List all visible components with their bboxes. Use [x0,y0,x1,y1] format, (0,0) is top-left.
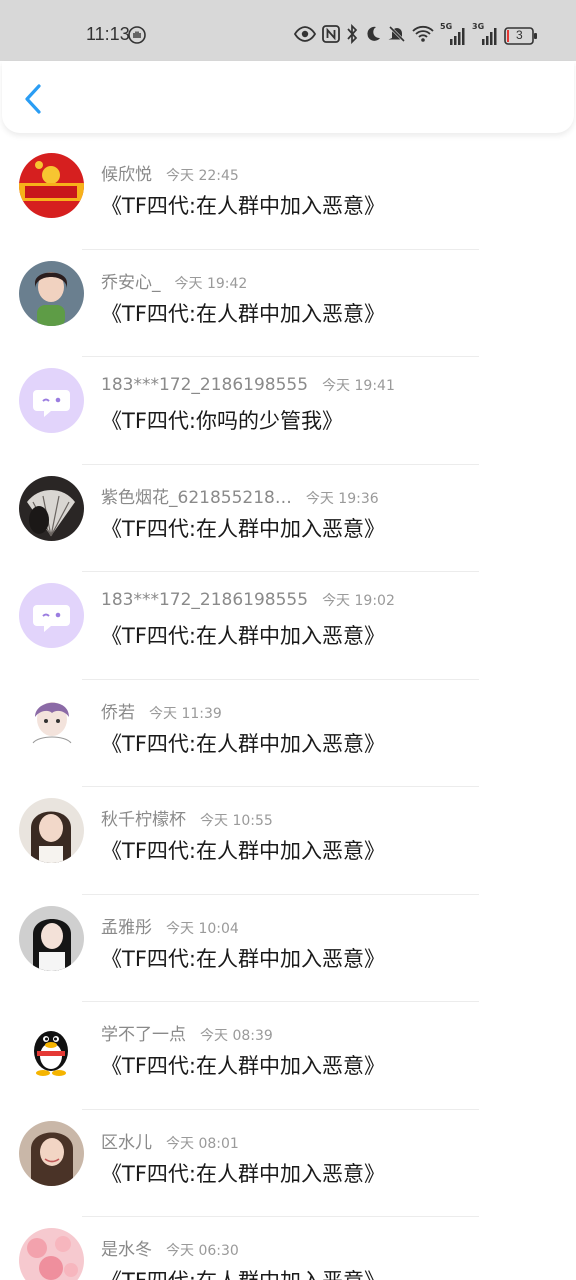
nickname: 侨若 [101,702,135,723]
nickname: 是水冬 [101,1240,152,1260]
message-time: 今天 06:30 [166,1243,239,1259]
avatar[interactable] [19,583,84,648]
eye-icon [293,26,317,46]
list-item[interactable]: 区水儿 今天 08:01 《TF四代:在人群中加入恶意》 [0,1110,576,1217]
chevron-left-icon [25,84,41,114]
list-item[interactable]: 侨若 今天 11:39 《TF四代:在人群中加入恶意》 [0,680,576,787]
list-item[interactable]: 是水冬今天 06:30 《TF四代:在人群中加入恶意》 [0,1217,576,1280]
avatar[interactable] [19,1228,84,1280]
nickname: 学不了一点 [101,1025,186,1045]
message-time: 今天 19:41 [322,378,395,394]
list-item[interactable]: 183***172_2186198555 今天 19:02 《TF四代:在人群中加… [0,572,576,680]
nickname: 乔安心_ [101,272,161,293]
message-time: 今天 11:39 [149,705,222,722]
message-text: 《TF四代:你吗的少管我》 [101,409,343,433]
battery-icon: 3 [504,27,538,45]
avatar[interactable] [19,153,84,218]
message-text: 《TF四代:在人群中加入恶意》 [101,1161,385,1186]
avatar[interactable] [19,368,84,433]
wifi-icon [412,25,434,47]
message-text: 《TF四代:在人群中加入恶意》 [101,839,385,863]
list-item[interactable]: 秋千柠檬杯 今天 10:55 《TF四代:在人群中加入恶意》 [0,787,576,895]
message-text: 《TF四代:在人群中加入恶意》 [101,301,385,326]
nav-bar [2,61,574,133]
message-time: 今天 08:39 [200,1028,273,1044]
message-text: 《TF四代:在人群中加入恶意》 [101,516,385,541]
hand-icon [128,26,146,48]
list-item[interactable]: 孟雅彤 今天 10:04 《TF四代:在人群中加入恶意》 [0,895,576,1002]
message-text: 《TF四代:在人群中加入恶意》 [101,946,385,971]
status-bar: 11:13 5G 3G 3 [0,0,576,61]
battery-level: 3 [516,28,523,42]
list-item[interactable]: 学不了一点 今天 08:39 《TF四代:在人群中加入恶意》 [0,1002,576,1110]
avatar[interactable] [19,1120,84,1186]
back-button[interactable] [18,81,48,117]
avatar[interactable] [19,905,84,971]
list-item[interactable]: 183***172_2186198555 今天 19:41 《TF四代:你吗的少管… [0,357,576,465]
status-time: 11:13 [86,24,130,44]
message-time: 今天 19:36 [305,490,379,507]
message-time: 今天 19:42 [174,275,248,292]
message-list: 候欣悦 今天 22:45 《TF四代:在人群中加入恶意》 乔安心_ 今天 19:42… [0,142,576,1280]
list-item[interactable]: 紫色烟花_621855218… 今天 19:36 《TF四代:在人群中加入恶意》 [0,465,576,572]
message-time: 今天 10:04 [166,920,239,937]
moon-icon [364,25,382,47]
signal-5g-icon: 5G [440,22,466,46]
message-text: 《TF四代:在人群中加入恶意》 [101,1265,385,1280]
nickname: 候欣悦 [101,165,152,185]
signal-5g-label: 5G [440,22,453,31]
avatar[interactable] [19,798,84,863]
bluetooth-icon [346,23,358,48]
signal-3g-label: 3G [472,22,485,31]
message-time: 今天 19:02 [322,593,395,609]
message-time: 今天 08:01 [166,1135,239,1152]
message-text: 《TF四代:在人群中加入恶意》 [101,731,385,756]
nickname: 紫色烟花_621855218… [101,487,292,508]
message-text: 《TF四代:在人群中加入恶意》 [101,1054,385,1078]
nickname: 秋千柠檬杯 [101,810,186,830]
avatar[interactable] [19,475,84,541]
signal-3g-icon: 3G [472,22,498,46]
list-item[interactable]: 候欣悦 今天 22:45 《TF四代:在人群中加入恶意》 [0,142,576,250]
list-item[interactable]: 乔安心_ 今天 19:42 《TF四代:在人群中加入恶意》 [0,250,576,357]
message-time: 今天 22:45 [166,168,239,184]
message-text: 《TF四代:在人群中加入恶意》 [101,624,385,648]
nickname: 区水儿 [101,1132,152,1153]
nfc-icon [322,25,340,47]
message-time: 今天 10:55 [200,813,273,829]
nickname: 183***172_2186198555 [101,375,309,395]
mute-bell-icon [388,25,406,47]
nickname: 孟雅彤 [101,917,152,938]
nickname: 183***172_2186198555 [101,590,309,610]
avatar[interactable] [19,260,84,326]
avatar[interactable] [19,1013,84,1078]
message-text: 《TF四代:在人群中加入恶意》 [101,194,385,218]
avatar[interactable] [19,690,84,756]
